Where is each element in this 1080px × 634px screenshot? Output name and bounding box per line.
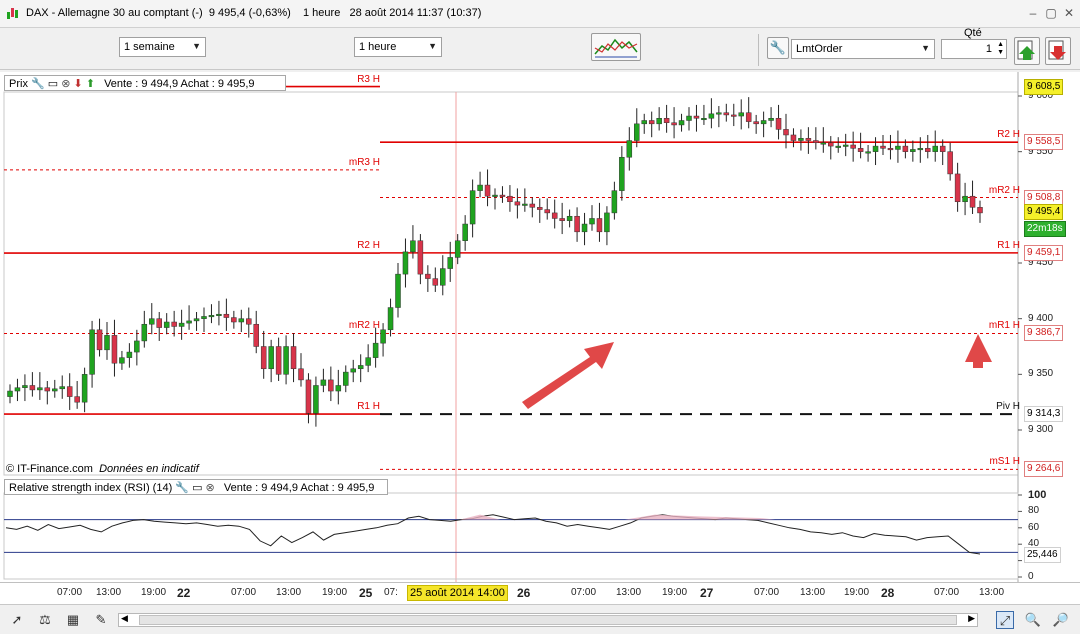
- draw-icon[interactable]: ✎: [92, 611, 110, 629]
- pivot-level-label: Piv H: [996, 401, 1020, 413]
- rsi-axis-label: 0: [1028, 571, 1034, 582]
- pivot-level-label: mR2 H: [988, 184, 1020, 196]
- pivot-level-label: R2 H: [997, 129, 1020, 141]
- close-button[interactable]: ✕: [1062, 6, 1076, 20]
- pivot-level-label: R3 H: [357, 73, 380, 85]
- interval-select-value: 1 heure: [359, 41, 397, 53]
- qty-value: 1: [985, 43, 992, 55]
- time-axis-label: 27: [700, 586, 714, 600]
- restore-button[interactable]: ▢: [1044, 6, 1058, 20]
- scroll-right-icon[interactable]: ▶: [968, 613, 975, 624]
- scrollbar-thumb[interactable]: [139, 615, 957, 625]
- period-select[interactable]: 1 semaine ▼: [119, 37, 206, 57]
- wrench-icon[interactable]: 🔧: [767, 37, 789, 59]
- rsi-axis-label: 60: [1028, 521, 1040, 533]
- time-axis-label: 07:00: [934, 587, 960, 598]
- price-box: 9 558,5: [1024, 134, 1064, 151]
- time-axis-label: 25: [359, 586, 373, 600]
- time-axis-label: 07:: [384, 587, 398, 598]
- crosshair-time-label: 25 août 2014 14:00: [407, 585, 508, 601]
- pivot-level-label: mR3 H: [348, 156, 380, 168]
- zoom-in-icon[interactable]: 🔍: [1024, 611, 1042, 629]
- time-axis-label: 13:00: [276, 587, 302, 598]
- cursor-icon[interactable]: ➚: [8, 611, 26, 629]
- rsi-current-value: 25,446: [1024, 547, 1061, 564]
- price-change: 9 495,4 (-0,63%): [208, 7, 291, 19]
- indicators-button[interactable]: [591, 33, 641, 61]
- time-axis-label: 19:00: [662, 587, 688, 598]
- order-type-select[interactable]: LmtOrder ▼: [791, 39, 935, 59]
- order-type-value: LmtOrder: [796, 43, 843, 55]
- chevron-down-icon: ▼: [921, 43, 930, 53]
- pivot-level-label: R1 H: [357, 401, 380, 413]
- price-box: 9 459,1: [1024, 244, 1064, 261]
- zoom-out-icon[interactable]: 🔎: [1052, 611, 1070, 629]
- price-box: 22m18s: [1024, 221, 1066, 238]
- price-box: 9 264,6: [1024, 461, 1064, 478]
- sell-icon: [1048, 40, 1066, 60]
- qty-stepper[interactable]: ▲ ▼: [997, 41, 1004, 57]
- time-axis: 25 août 2014 14:00 07:00 13:00 19:00 22 07:0…: [0, 582, 1080, 604]
- rsi-axis-label: 100: [1028, 489, 1047, 501]
- price-box: 9 608,5: [1024, 78, 1064, 95]
- datetime-label: 28 août 2014 11:37 (10:37): [349, 7, 482, 19]
- period-select-value: 1 semaine: [124, 41, 175, 53]
- time-axis-label: 19:00: [322, 587, 348, 598]
- toolbar-separator: [758, 34, 760, 66]
- pivot-level-label: mR1 H: [988, 320, 1020, 332]
- horizontal-scrollbar[interactable]: ◀ ▶: [118, 613, 978, 627]
- time-axis-label: 13:00: [96, 587, 122, 598]
- qty-field[interactable]: 1 ▲ ▼: [941, 39, 1007, 59]
- toolbar: 1 semaine ▼ 1 heure ▼ 🔧 LmtOrder ▼ Qté 1…: [0, 27, 1080, 70]
- buy-icon: [1017, 40, 1035, 60]
- scroll-left-icon[interactable]: ◀: [121, 613, 128, 624]
- time-axis-label: 13:00: [979, 587, 1005, 598]
- chart-area[interactable]: Prix 🔧 ▭ ⊗ ⬇ ⬆ Vente : 9 494,9 Achat : 9…: [0, 72, 1080, 582]
- time-axis-label: 22: [177, 586, 191, 600]
- sell-button[interactable]: [1045, 37, 1071, 65]
- interval-select[interactable]: 1 heure ▼: [354, 37, 442, 57]
- window-title: DAX - Allemagne 30 au comptant (-) 9 495…: [26, 7, 481, 19]
- time-axis-label: 07:00: [754, 587, 780, 598]
- time-axis-label: 19:00: [141, 587, 167, 598]
- pivot-level-label: R2 H: [357, 240, 380, 252]
- pivot-level-label: mS1 H: [989, 456, 1020, 468]
- chart-labels: R3 H mR3 H R2 H mR2 H R1 H R2 H mR2 H R1 H mR1 H…: [0, 72, 1080, 582]
- chevron-down-icon: ▼: [192, 41, 201, 51]
- compare-icon[interactable]: ▦: [64, 611, 82, 629]
- time-axis-label: 07:00: [571, 587, 597, 598]
- qty-label: Qté: [964, 27, 982, 39]
- time-axis-label: 13:00: [616, 587, 642, 598]
- price-axis-label: 9 400: [1028, 312, 1054, 324]
- time-axis-label: 26: [517, 586, 531, 600]
- pivot-level-label: mR2 H: [348, 320, 380, 332]
- indicators-icon: [594, 38, 638, 58]
- bottom-toolbar: ➚ ⚖ ▦ ✎ ◀ ▶ ⤢ 🔍 🔎: [0, 604, 1080, 634]
- time-axis-label: 28: [881, 586, 895, 600]
- instrument-name: DAX - Allemagne 30 au comptant (-): [26, 7, 203, 19]
- price-box: 9 495,4: [1024, 204, 1064, 221]
- price-box: 9 508,8: [1024, 189, 1064, 206]
- chart-app-icon: [6, 6, 20, 20]
- price-axis-label: 9 350: [1028, 368, 1054, 380]
- time-axis-label: 07:00: [231, 587, 257, 598]
- rsi-axis-label: 80: [1028, 505, 1040, 517]
- time-axis-label: 07:00: [57, 587, 83, 598]
- time-axis-label: 19:00: [844, 587, 870, 598]
- chevron-down-icon: ▼: [428, 41, 437, 51]
- title-bar: DAX - Allemagne 30 au comptant (-) 9 495…: [0, 0, 1080, 28]
- buy-button[interactable]: [1014, 37, 1040, 65]
- zoom-scale-icon[interactable]: ⚖: [36, 611, 54, 629]
- minimize-button[interactable]: –: [1026, 6, 1040, 20]
- price-box: 9 386,7: [1024, 325, 1064, 342]
- time-axis-label: 13:00: [800, 587, 826, 598]
- pivot-level-label: R1 H: [997, 239, 1020, 251]
- timeframe-label: 1 heure: [303, 7, 341, 19]
- fit-icon[interactable]: ⤢: [996, 611, 1014, 629]
- price-box: 9 314,3: [1024, 406, 1064, 423]
- price-axis-label: 9 300: [1028, 424, 1054, 435]
